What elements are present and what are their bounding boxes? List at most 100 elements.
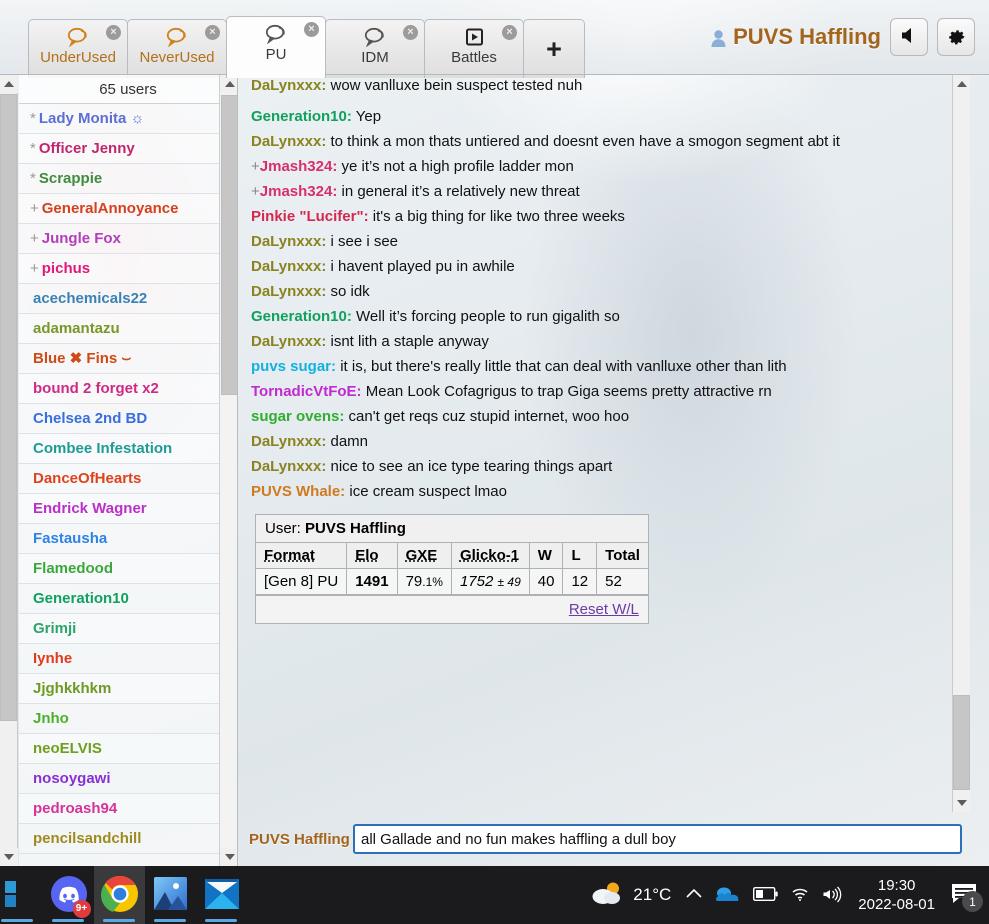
chat-scroll-up-arrow[interactable] <box>953 75 970 93</box>
tab-close-button[interactable]: × <box>304 22 319 37</box>
page-scroll-down-arrow[interactable] <box>0 848 18 866</box>
tab-close-button[interactable]: × <box>205 25 220 40</box>
taskbar-mail-button[interactable] <box>196 866 247 924</box>
settings-button[interactable] <box>937 18 975 56</box>
new-tab-button[interactable]: + <box>523 19 585 78</box>
tab-bar: UnderUsed × NeverUsed × PU × IDM × Battles × +… <box>0 0 989 78</box>
onedrive-icon[interactable] <box>715 885 741 906</box>
userlist-item[interactable]: Combee Infestation <box>19 434 237 464</box>
userlist-scrollbar[interactable] <box>219 75 237 866</box>
chat-scrollbar[interactable] <box>952 75 970 812</box>
userlist-item[interactable]: bound 2 forget x2 <box>19 374 237 404</box>
user-rank: + <box>30 200 39 217</box>
userlist-item[interactable]: Jnho <box>19 704 237 734</box>
chat-message-author[interactable]: DaLynxxx: <box>251 433 326 450</box>
userlist-item[interactable]: Iynhe <box>19 644 237 674</box>
notification-center-button[interactable]: 1 <box>945 876 983 914</box>
userlist-item[interactable]: adamantazu <box>19 314 237 344</box>
taskbar-photos-button[interactable] <box>145 866 196 924</box>
chat-message-author[interactable]: Generation10: <box>251 308 352 325</box>
taskbar-apps: 9+ <box>0 866 247 924</box>
userlist-item[interactable]: pedroash94 <box>19 794 237 824</box>
userlist-item[interactable]: + GeneralAnnoyance <box>19 194 237 224</box>
chat-message-author[interactable]: Jmash324: <box>260 158 338 175</box>
taskbar-discord-button[interactable]: 9+ <box>43 866 94 924</box>
taskbar-weather[interactable]: 21°C <box>591 880 671 911</box>
chat-message-author[interactable]: DaLynxxx: <box>251 283 326 300</box>
chat-icon <box>364 25 386 49</box>
tab-label: NeverUsed <box>139 49 215 66</box>
user-rank: * <box>30 140 36 157</box>
header-username[interactable]: PUVS Haffling <box>710 24 881 50</box>
taskbar-clock[interactable]: 19:30 2022-08-01 <box>858 876 935 914</box>
userlist-item[interactable]: * Officer Jenny <box>19 134 237 164</box>
tab-battles[interactable]: Battles × <box>424 19 524 78</box>
chat-message-author[interactable]: DaLynxxx: <box>251 458 326 475</box>
chat-message-author[interactable]: puvs sugar: <box>251 358 336 375</box>
chat-scroll-down-arrow[interactable] <box>953 794 970 812</box>
tab-underused[interactable]: UnderUsed × <box>28 19 128 78</box>
tab-close-button[interactable]: × <box>106 25 121 40</box>
chat-message-author[interactable]: Jmash324: <box>260 183 338 200</box>
userlist-item[interactable]: Flamedood <box>19 554 237 584</box>
userlist-item[interactable]: * Lady Monita ☼ <box>19 104 237 134</box>
chat-scroll-thumb[interactable] <box>953 695 970 790</box>
page-scrollbar[interactable] <box>0 75 18 866</box>
chat-message-author[interactable]: Generation10: <box>251 108 352 125</box>
chat-message-author[interactable]: DaLynxxx: <box>251 333 326 350</box>
chevron-up-icon[interactable] <box>685 887 703 903</box>
taskbar-store-button[interactable] <box>0 866 43 924</box>
tab-close-button[interactable]: × <box>403 25 418 40</box>
showdown-client: UnderUsed × NeverUsed × PU × IDM × Battles × +… <box>0 0 989 866</box>
chat-message-body: Mean Look Cofagrigus to trap Giga seems … <box>361 383 772 400</box>
chat-message-author[interactable]: DaLynxxx: <box>251 233 326 250</box>
chat-message: DaLynxxx: damn <box>251 431 942 452</box>
tab-neverused[interactable]: NeverUsed × <box>127 19 227 78</box>
wifi-icon[interactable] <box>790 886 810 905</box>
page-scroll-up-arrow[interactable] <box>0 75 18 93</box>
chat-message: +Jmash324: ye it’s not a high profile la… <box>251 156 942 177</box>
userlist-item[interactable]: + Jungle Fox <box>19 224 237 254</box>
ratings-col-l: L <box>562 543 598 569</box>
mail-icon <box>204 878 239 912</box>
userlist-item[interactable]: + pichus <box>19 254 237 284</box>
userlist-item[interactable]: Fastausha <box>19 524 237 554</box>
chat-input[interactable] <box>353 824 962 854</box>
userlist-item[interactable]: pencilsandchill <box>19 824 237 854</box>
tab-idm[interactable]: IDM × <box>325 19 425 78</box>
userlist-item[interactable]: Chelsea 2nd BD <box>19 404 237 434</box>
chat-message-author[interactable]: Pinkie "Lucifer": <box>251 208 369 225</box>
battery-icon[interactable] <box>753 886 778 904</box>
userlist-item[interactable]: Endrick Wagner <box>19 494 237 524</box>
chat-message-author[interactable]: DaLynxxx: <box>251 133 326 150</box>
userlist-scroll-thumb[interactable] <box>221 95 237 395</box>
userlist-scroll-down-arrow[interactable] <box>220 848 237 866</box>
photos-icon <box>154 877 187 913</box>
chat-message-author[interactable]: DaLynxxx: <box>251 258 326 275</box>
user-name: Combee Infestation <box>33 440 173 457</box>
userlist-item[interactable]: Blue ✖ Fins ⌣ <box>19 344 237 374</box>
user-name: pedroash94 <box>33 800 118 817</box>
userlist-item[interactable]: DanceOfHearts <box>19 464 237 494</box>
taskbar-chrome-button[interactable] <box>94 866 145 924</box>
userlist-item[interactable]: nosoygawi <box>19 764 237 794</box>
user-name: acechemicals22 <box>33 290 148 307</box>
tab-close-button[interactable]: × <box>502 25 517 40</box>
chat-message-author[interactable]: TornadicVtFoE: <box>251 383 362 400</box>
userlist-item[interactable]: * Scrappie <box>19 164 237 194</box>
page-scroll-thumb[interactable] <box>0 94 17 721</box>
userlist-item[interactable]: Grimji <box>19 614 237 644</box>
chat-message-author[interactable]: sugar ovens: <box>251 408 344 425</box>
userlist-item[interactable]: Jjghkkhkm <box>19 674 237 704</box>
userlist-item[interactable]: neoELVIS <box>19 734 237 764</box>
reset-wl-link[interactable]: Reset W/L <box>569 601 639 618</box>
volume-button[interactable] <box>890 18 928 56</box>
taskbar-running-indicator <box>103 919 135 922</box>
tab-pu[interactable]: PU × <box>226 16 326 78</box>
chat-message-author[interactable]: PUVS Whale: <box>251 483 345 500</box>
userlist-item[interactable]: Generation10 <box>19 584 237 614</box>
user-name: Jnho <box>33 710 69 727</box>
volume-icon[interactable] <box>822 885 844 906</box>
chat-message-author[interactable]: DaLynxxx: <box>251 77 326 94</box>
userlist-item[interactable]: acechemicals22 <box>19 284 237 314</box>
